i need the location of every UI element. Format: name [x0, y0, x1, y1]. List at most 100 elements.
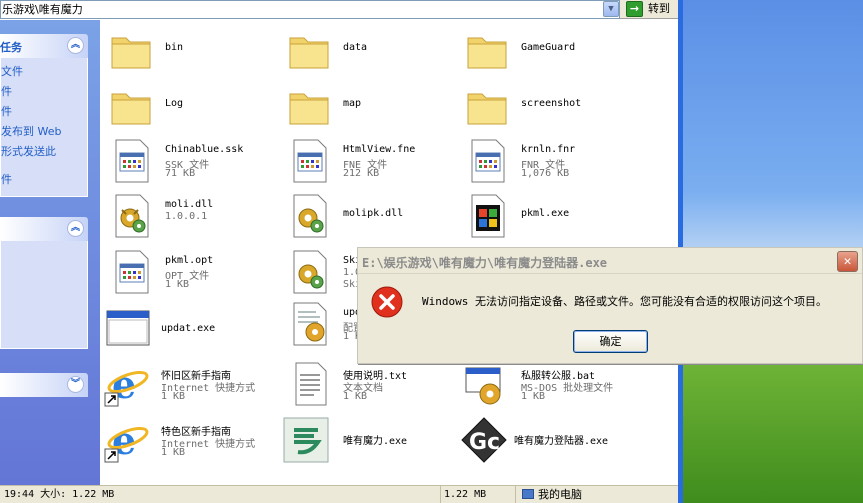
file-name: bin [165, 42, 184, 53]
address-input[interactable]: 乐游戏\唯有魔力 [0, 0, 620, 19]
file-item-private-to-public-bat[interactable]: 私服转公服.bat MS-DOS 批处理文件 1 KB [460, 360, 644, 412]
file-name: GameGuard [521, 42, 576, 53]
file-item-pkml-exe[interactable]: pkml.exe [464, 192, 644, 244]
file-size: 212 KB [343, 168, 380, 179]
ie-shortcut-icon: e [104, 362, 149, 407]
task-item[interactable]: 件 [1, 82, 87, 102]
close-icon[interactable]: ✕ [837, 251, 858, 272]
file-name: Log [165, 98, 184, 109]
task-item[interactable]: 件 [1, 170, 87, 190]
folder-icon [111, 37, 151, 69]
file-name: pkml.opt [165, 255, 214, 266]
file-size: 71 KB [165, 168, 196, 179]
task-item[interactable]: 件 [1, 102, 87, 122]
file-item-krnln[interactable]: krnln.fnr FNR 文件 1,076 KB [464, 137, 644, 189]
file-item-moli-dll[interactable]: moli.dll 1.0.0.1 [108, 192, 278, 244]
file-name: map [343, 98, 362, 109]
address-dropdown-icon[interactable]: ▼ [603, 1, 619, 17]
dialog-titlebar[interactable]: E:\娱乐游戏\唯有魔力\唯有魔力登陆器.exe ✕ [358, 248, 862, 274]
file-name: krnln.fnr [521, 144, 576, 155]
task-panel-header[interactable]: 任务 ︽ [0, 34, 88, 58]
status-selection-info: 19:44 大小: 1.22 MB [4, 489, 115, 500]
file-item-readme[interactable]: 使用说明.txt 文本文档 1 KB [286, 360, 456, 412]
folder-icon [467, 93, 507, 125]
task-panel-title: 任务 [0, 41, 22, 54]
generic-file-icon [115, 250, 149, 294]
folder-icon [289, 37, 329, 69]
file-size: 1 KB [165, 279, 190, 290]
file-item-nostalgia-guide[interactable]: e 怀旧区新手指南 Internet 快捷方式 1 KB [104, 360, 278, 412]
file-name: 唯有魔力.exe [343, 436, 408, 447]
windows-exe-icon [471, 194, 505, 238]
ok-button[interactable]: 确定 [573, 330, 648, 353]
collapse-icon[interactable]: ︽ [67, 220, 84, 237]
status-bar: 19:44 大小: 1.22 MB 1.22 MB 我的电脑 [0, 485, 683, 503]
file-version: 1.0.0.1 [165, 211, 208, 222]
address-bar: 乐游戏\唯有魔力 ▼ → 转到 [0, 0, 683, 19]
collapse-icon[interactable]: ︽ [67, 37, 84, 54]
file-item-bin[interactable]: bin [108, 26, 278, 78]
config-file-icon [293, 302, 327, 346]
file-item-feature-guide[interactable]: e 特色区新手指南 Internet 快捷方式 1 KB [104, 416, 278, 468]
task-panel-other-places: ︽ [0, 217, 88, 349]
app-window-icon [106, 310, 150, 346]
file-item-gameguard[interactable]: GameGuard [464, 26, 644, 78]
computer-icon [522, 489, 534, 499]
file-name: moli.dll [165, 199, 214, 210]
status-zone: 我的电脑 [515, 486, 582, 503]
file-size: 1 KB [161, 447, 186, 458]
task-item[interactable]: 发布到 Web [1, 122, 87, 142]
file-item-weiyoumoli-exe[interactable]: 唯有魔力.exe [282, 416, 456, 468]
file-name: pkml.exe [521, 208, 570, 219]
file-item-map[interactable]: map [286, 82, 456, 134]
generic-file-icon [115, 139, 149, 183]
file-item-data[interactable]: data [286, 26, 456, 78]
file-item-log[interactable]: Log [108, 82, 278, 134]
task-panel-details: ︾ [0, 373, 88, 397]
task-pane: 任务 ︽ 文件 件 件 发布到 Web 形式发送此 件 ︽ ︾ [0, 20, 100, 485]
file-name: Chinablue.ssk [165, 144, 244, 155]
file-name: HtmlView.fne [343, 144, 416, 155]
task-item[interactable]: 形式发送此 [1, 142, 87, 162]
file-item-launcher-exe[interactable]: Gc 唯有魔力登陆器.exe [460, 416, 644, 468]
file-size: 1 KB [343, 391, 368, 402]
status-zone-label: 我的电脑 [538, 488, 582, 501]
batch-file-icon [465, 367, 501, 405]
error-icon [371, 286, 403, 318]
file-item-updat-exe[interactable]: updat.exe [104, 305, 278, 357]
task-panel-header[interactable]: ︽ [0, 217, 88, 241]
dialog-message: Windows 无法访问指定设备、路径或文件。您可能没有合适的权限访问这个项目。 [422, 295, 827, 308]
file-size: 1 KB [521, 391, 546, 402]
dialog-title: E:\娱乐游戏\唯有魔力\唯有魔力登陆器.exe [362, 256, 608, 270]
go-button[interactable]: → 转到 [624, 0, 678, 19]
file-item-molipk-dll[interactable]: molipk.dll [286, 192, 456, 244]
folder-icon [111, 93, 151, 125]
task-item[interactable]: 文件 [1, 62, 87, 82]
file-item-chinablue[interactable]: Chinablue.ssk SSK 文件 71 KB [108, 137, 278, 189]
gear-file-icon [293, 194, 327, 238]
file-item-screenshot[interactable]: screenshot [464, 82, 644, 134]
file-name: molipk.dll [343, 208, 404, 219]
game-exe-icon [283, 417, 329, 463]
launcher-exe-icon: Gc [461, 417, 507, 463]
file-item-pkml-opt[interactable]: pkml.opt OPT 文件 1 KB [108, 248, 278, 300]
error-dialog: E:\娱乐游戏\唯有魔力\唯有魔力登陆器.exe ✕ Windows 无法访问指… [357, 247, 863, 364]
folder-icon [467, 37, 507, 69]
generic-file-icon [471, 139, 505, 183]
text-file-icon [295, 362, 327, 406]
svg-text:Gc: Gc [469, 430, 500, 455]
file-size: 1 KB [161, 391, 186, 402]
file-item-htmlview[interactable]: HtmlView.fne FNE 文件 212 KB [286, 137, 456, 189]
gear-file-icon [115, 194, 149, 238]
file-name: 唯有魔力登陆器.exe [514, 436, 609, 447]
gear-file-icon [293, 250, 327, 294]
file-name: updat.exe [161, 323, 216, 334]
ie-shortcut-icon: e [104, 418, 149, 463]
expand-icon[interactable]: ︾ [67, 376, 84, 393]
task-panel-file-tasks: 任务 ︽ 文件 件 件 发布到 Web 形式发送此 件 [0, 34, 88, 197]
file-size: 1,076 KB [521, 168, 570, 179]
generic-file-icon [293, 139, 327, 183]
task-panel-header[interactable]: ︾ [0, 373, 88, 397]
file-name: screenshot [521, 98, 582, 109]
go-arrow-icon: → [626, 1, 643, 17]
